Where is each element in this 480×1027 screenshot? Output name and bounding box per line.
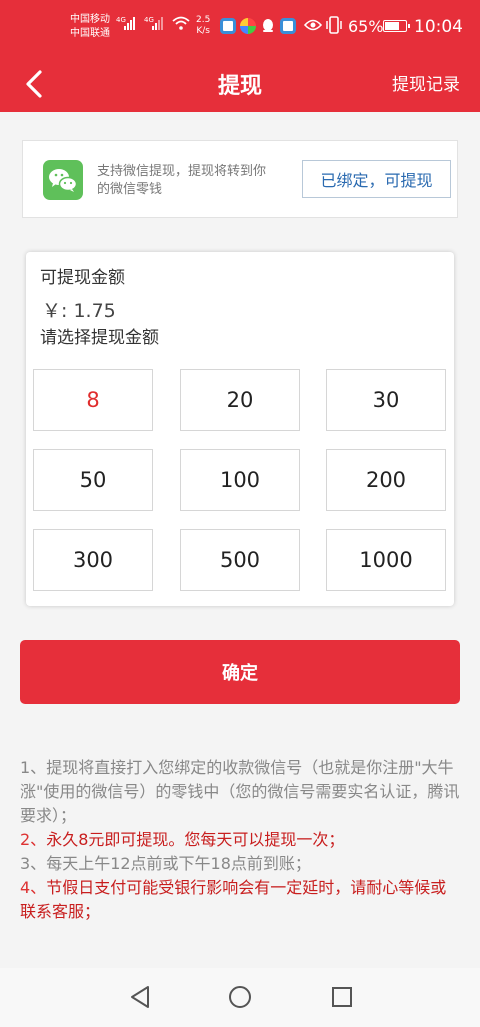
system-navigation-bar	[0, 968, 480, 1027]
amount-option-button[interactable]: 300	[33, 529, 153, 591]
signal-icon-1	[124, 17, 135, 30]
wechat-icon	[43, 160, 83, 200]
withdraw-records-link[interactable]: 提现记录	[392, 70, 460, 95]
wifi-icon	[172, 16, 190, 30]
note-item: 1、提现将直接打入您绑定的收款微信号（也就是你注册"大牛涨"使用的微信号）的零钱…	[20, 756, 460, 828]
amount-option-button[interactable]: 30	[326, 369, 446, 431]
confirm-button[interactable]: 确定	[20, 640, 460, 704]
select-amount-prompt: 请选择提现金额	[40, 328, 159, 348]
notification-app-icon	[240, 18, 256, 34]
wechat-binding-card: 支持微信提现，提现将转到你的微信零钱 已绑定，可提现	[22, 140, 458, 218]
carrier-2: 中国联通	[70, 28, 110, 39]
square-recent-icon[interactable]	[331, 986, 353, 1008]
withdraw-notes: 1、提现将直接打入您绑定的收款微信号（也就是你注册"大牛涨"使用的微信号）的零钱…	[20, 756, 460, 924]
navigation-bar: 提现 提现记录	[0, 56, 480, 112]
battery-percent: 65%	[348, 17, 384, 36]
amount-option-button[interactable]: 8	[33, 369, 153, 431]
note-number: 3、	[20, 854, 47, 873]
note-number: 1、	[20, 758, 47, 777]
withdraw-amount-card: 可提现金额 ￥: 1.75 请选择提现金额 8 20 30 50 100 200…	[26, 252, 454, 606]
vibrate-icon	[326, 16, 342, 34]
amount-option-button[interactable]: 200	[326, 449, 446, 511]
clock: 10:04	[414, 17, 463, 37]
amount-option-button[interactable]: 1000	[326, 529, 446, 591]
available-amount-label: 可提现金额	[40, 268, 125, 288]
note-item: 2、永久8元即可提现。您每天可以提现一次；	[20, 828, 460, 852]
notification-app-icon	[280, 18, 296, 34]
wechat-description: 支持微信提现，提现将转到你的微信零钱	[97, 164, 267, 197]
note-number: 4、	[20, 878, 47, 897]
triangle-back-icon[interactable]	[128, 984, 152, 1010]
note-text: 节假日支付可能受银行影响会有一定延时，请耐心等候或联系客服；	[20, 878, 447, 921]
available-amount-value: ￥: 1.75	[42, 300, 116, 322]
battery-icon	[383, 20, 410, 32]
wechat-bind-status-button[interactable]: 已绑定，可提现	[302, 160, 451, 198]
amount-option-button[interactable]: 500	[180, 529, 300, 591]
qq-icon	[263, 19, 273, 32]
circle-home-icon[interactable]	[228, 985, 252, 1009]
note-text: 永久8元即可提现。您每天可以提现一次；	[46, 830, 345, 849]
speed-unit: K/s	[196, 26, 210, 36]
note-item: 3、每天上午12点前或下午18点前到账；	[20, 852, 460, 876]
note-text: 提现将直接打入您绑定的收款微信号（也就是你注册"大牛涨"使用的微信号）的零钱中（…	[20, 758, 460, 825]
carrier-names: 中国移动 中国联通	[70, 13, 110, 41]
amount-option-button[interactable]: 100	[180, 449, 300, 511]
amount-option-button[interactable]: 50	[33, 449, 153, 511]
notification-app-icon	[220, 18, 236, 34]
carrier-1: 中国移动	[70, 14, 110, 25]
eye-comfort-icon	[304, 19, 322, 31]
signal-icon-2	[152, 17, 163, 30]
status-bar: 中国移动 中国联通 4G 4G 2.5 K/s 65% 10:04	[0, 0, 480, 56]
note-text: 每天上午12点前或下午18点前到账；	[46, 854, 311, 873]
amount-option-button[interactable]: 20	[180, 369, 300, 431]
note-number: 2、	[20, 830, 47, 849]
note-item: 4、节假日支付可能受银行影响会有一定延时，请耐心等候或联系客服；	[20, 876, 460, 924]
speed-value: 2.5	[196, 15, 211, 25]
network-speed: 2.5 K/s	[196, 15, 210, 37]
